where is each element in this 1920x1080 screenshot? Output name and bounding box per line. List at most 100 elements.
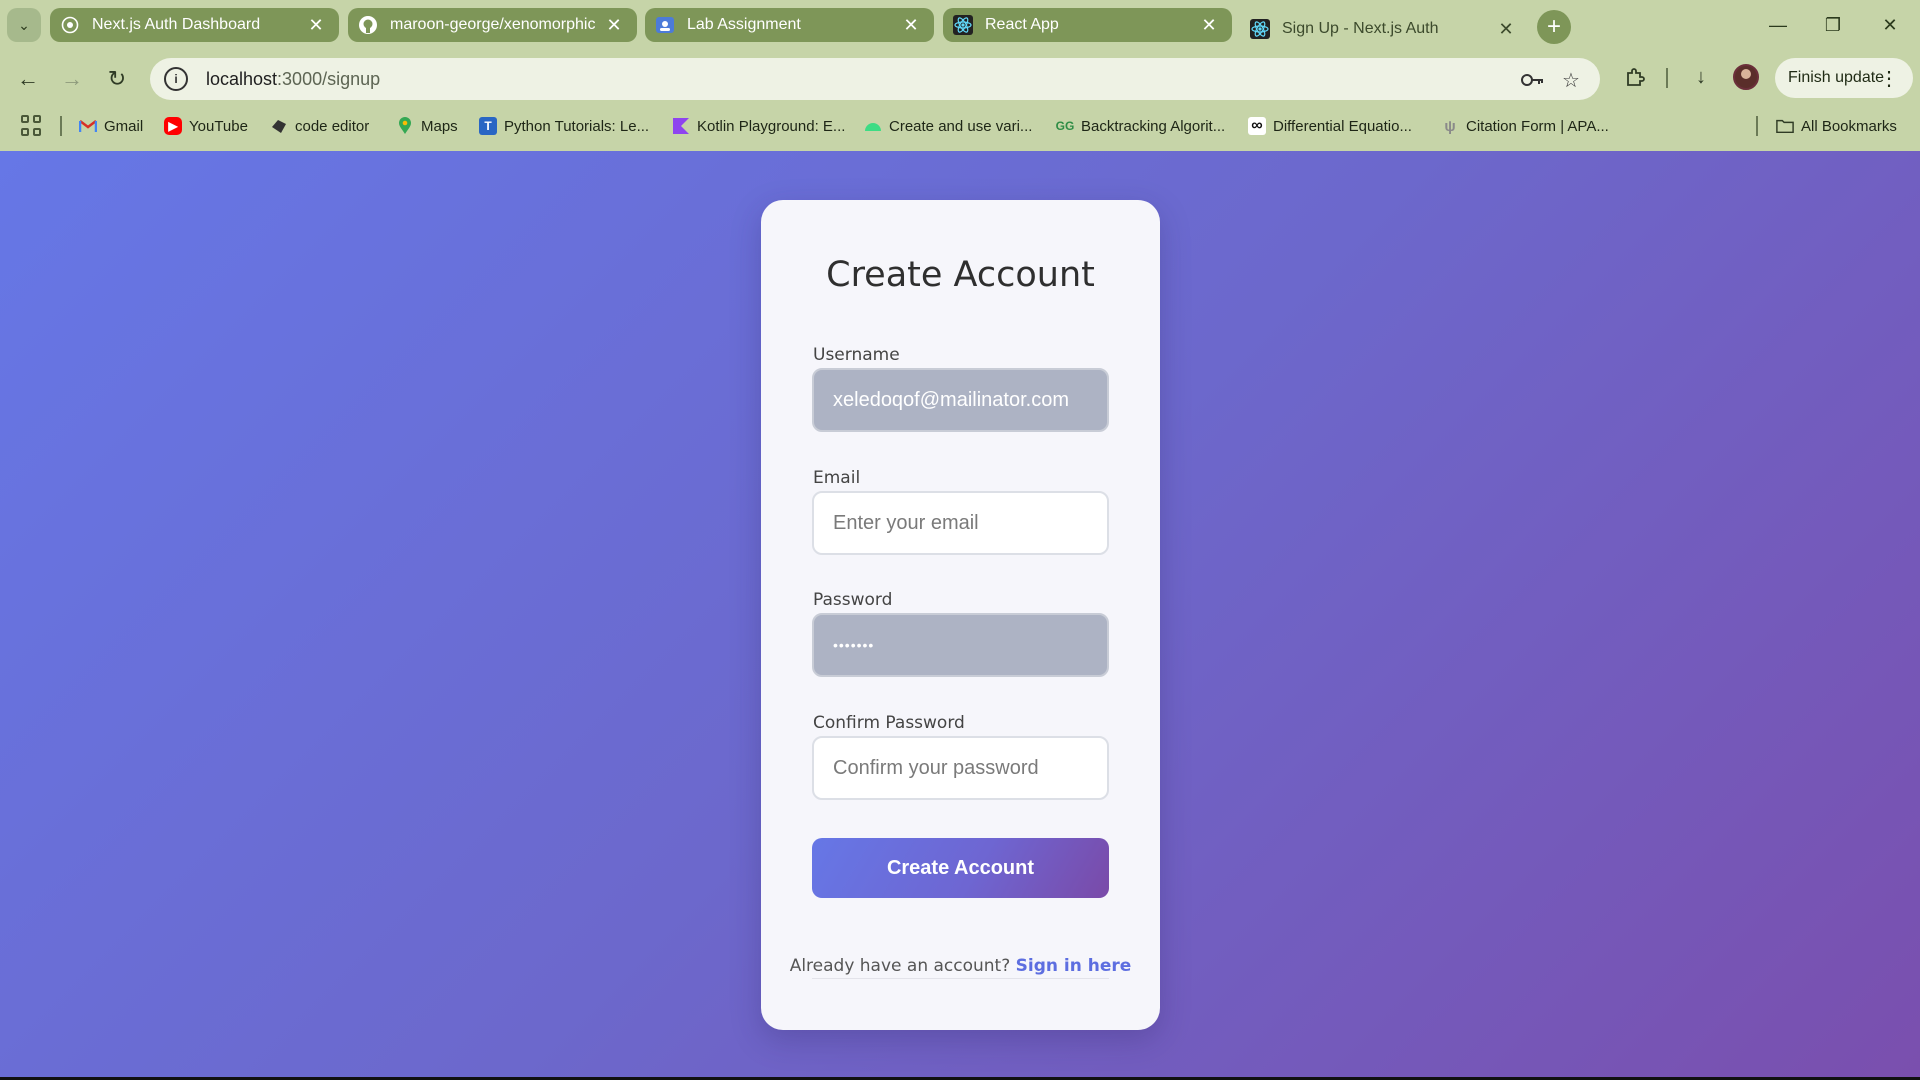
close-icon: ✕ (1882, 14, 1898, 35)
password-label: Password (813, 590, 893, 610)
back-button[interactable]: ← (9, 60, 47, 98)
arrow-right-icon: → (61, 66, 83, 91)
tab-search-button[interactable]: ⌄ (7, 8, 41, 42)
url-host: localhost (206, 68, 278, 89)
signin-prompt: Already have an account? Sign in here (761, 956, 1160, 976)
confirm-password-label: Confirm Password (813, 713, 965, 733)
password-input[interactable] (812, 613, 1109, 677)
tab-title: Lab Assignment (687, 16, 801, 33)
username-input[interactable] (812, 368, 1109, 432)
close-icon[interactable]: ✕ (900, 14, 922, 36)
infinity-icon: ∞ (1248, 117, 1266, 135)
tab-nextjs-auth-dashboard[interactable]: Next.js Auth Dashboard ✕ (50, 8, 339, 42)
browser-chrome: ⌄ Next.js Auth Dashboard ✕ maroon-george… (0, 0, 1920, 151)
confirm-password-input[interactable] (812, 736, 1109, 800)
bookmark-android-variables[interactable]: Create and use vari... (864, 114, 1032, 138)
bookmark-python-tutorials[interactable]: T Python Tutorials: Le... (479, 114, 649, 138)
tab-strip: ⌄ Next.js Auth Dashboard ✕ maroon-george… (0, 0, 1920, 50)
close-icon[interactable]: ✕ (1198, 14, 1220, 36)
close-icon[interactable]: ✕ (305, 14, 327, 36)
username-label: Username (813, 345, 900, 365)
classroom-icon (655, 15, 675, 35)
react-icon (1250, 19, 1270, 39)
address-url: localhost:3000/signup (206, 69, 380, 90)
bookmark-youtube[interactable]: ▶ YouTube (164, 114, 248, 138)
page-title: Create Account (826, 255, 1095, 295)
close-window-button[interactable]: ✕ (1870, 10, 1910, 40)
email-label: Email (813, 468, 861, 488)
bookmark-gmail[interactable]: Gmail (79, 114, 143, 138)
tab-title: Sign Up - Next.js Auth (1282, 20, 1439, 37)
all-bookmarks-label: All Bookmarks (1801, 117, 1897, 135)
tab-sign-up[interactable]: Sign Up - Next.js Auth ✕ (1240, 8, 1529, 50)
signin-link[interactable]: Sign in here (1016, 956, 1132, 976)
bookmark-code-editor[interactable]: code editor (270, 114, 369, 138)
python-tutorials-icon: T (479, 117, 497, 135)
bookmark-label: Gmail (104, 117, 144, 135)
youtube-icon: ▶ (164, 117, 182, 135)
folder-icon (1776, 117, 1794, 135)
code-editor-icon (270, 117, 288, 135)
restore-button[interactable]: ❐ (1813, 10, 1853, 40)
bookmark-maps[interactable]: Maps (396, 114, 458, 138)
reload-icon: ↻ (107, 66, 127, 91)
bookmarks-bar: Gmail ▶ YouTube code editor Maps T Pytho… (0, 108, 1920, 142)
react-icon (953, 15, 973, 35)
avatar[interactable] (1733, 64, 1759, 90)
restore-icon: ❐ (1824, 14, 1842, 35)
bookmark-label: Create and use vari... (889, 117, 1033, 135)
arrow-left-icon: ← (17, 66, 39, 91)
close-icon[interactable]: ✕ (1495, 18, 1517, 40)
bookmarks-divider (60, 116, 62, 136)
forward-button[interactable]: → (53, 60, 91, 98)
reload-button[interactable]: ↻ (98, 60, 136, 98)
gmail-icon (79, 117, 97, 135)
maps-icon (396, 117, 414, 135)
star-icon[interactable]: ☆ (1557, 66, 1585, 94)
extensions-icon[interactable] (1618, 60, 1652, 94)
android-icon (864, 117, 882, 135)
toolbar-divider (1666, 68, 1668, 88)
bookmark-label: Backtracking Algorit... (1081, 117, 1226, 135)
bookmark-backtracking[interactable]: GG Backtracking Algorit... (1056, 114, 1226, 138)
bookmark-label: code editor (295, 117, 370, 135)
create-account-button[interactable]: Create Account (812, 838, 1109, 898)
bookmarks-divider (1756, 116, 1758, 136)
bookmark-label: Differential Equatio... (1273, 117, 1412, 135)
bookmark-label: Kotlin Playground: E... (697, 117, 846, 135)
minimize-button[interactable]: — (1758, 10, 1798, 40)
finish-update-button[interactable]: Finish update ⋮ (1775, 58, 1913, 98)
bookmark-citation-form[interactable]: ψ Citation Form | APA... (1441, 114, 1609, 138)
nextjs-icon (60, 15, 80, 35)
tab-github-repo[interactable]: maroon-george/xenomorphic ✕ (348, 8, 637, 42)
signup-page: Create Account Username Email Password C… (0, 151, 1920, 1077)
signin-prompt-text: Already have an account? (789, 956, 1011, 976)
bookmark-label: YouTube (189, 117, 248, 135)
bookmark-label: Citation Form | APA... (1466, 117, 1609, 135)
bookmark-kotlin-playground[interactable]: Kotlin Playground: E... (672, 114, 845, 138)
bookmark-differential-equations[interactable]: ∞ Differential Equatio... (1248, 114, 1412, 138)
tab-react-app[interactable]: React App ✕ (943, 8, 1232, 42)
kotlin-icon (672, 117, 690, 135)
github-icon (358, 15, 378, 35)
tab-title: React App (985, 16, 1059, 33)
password-key-icon[interactable] (1519, 66, 1547, 94)
more-vert-icon[interactable]: ⋮ (1879, 66, 1899, 91)
all-bookmarks[interactable]: All Bookmarks (1776, 114, 1897, 138)
address-bar[interactable]: i localhost:3000/signup ☆ (150, 58, 1600, 100)
plus-icon: + (1546, 13, 1561, 40)
citation-icon: ψ (1444, 117, 1456, 135)
apps-grid-icon[interactable] (21, 115, 43, 137)
finish-update-label: Finish update (1788, 69, 1885, 86)
tab-title: maroon-george/xenomorphic (390, 16, 596, 33)
email-input[interactable] (812, 491, 1109, 555)
minimize-icon: — (1769, 14, 1787, 35)
site-info-icon[interactable]: i (164, 67, 188, 91)
download-icon[interactable]: ↓ (1684, 60, 1718, 94)
bookmark-label: Maps (421, 117, 458, 135)
bookmark-label: Python Tutorials: Le... (504, 117, 650, 135)
close-icon[interactable]: ✕ (603, 14, 625, 36)
new-tab-button[interactable]: + (1537, 10, 1571, 44)
url-path: :3000/signup (277, 68, 381, 89)
tab-lab-assignment[interactable]: Lab Assignment ✕ (645, 8, 934, 42)
